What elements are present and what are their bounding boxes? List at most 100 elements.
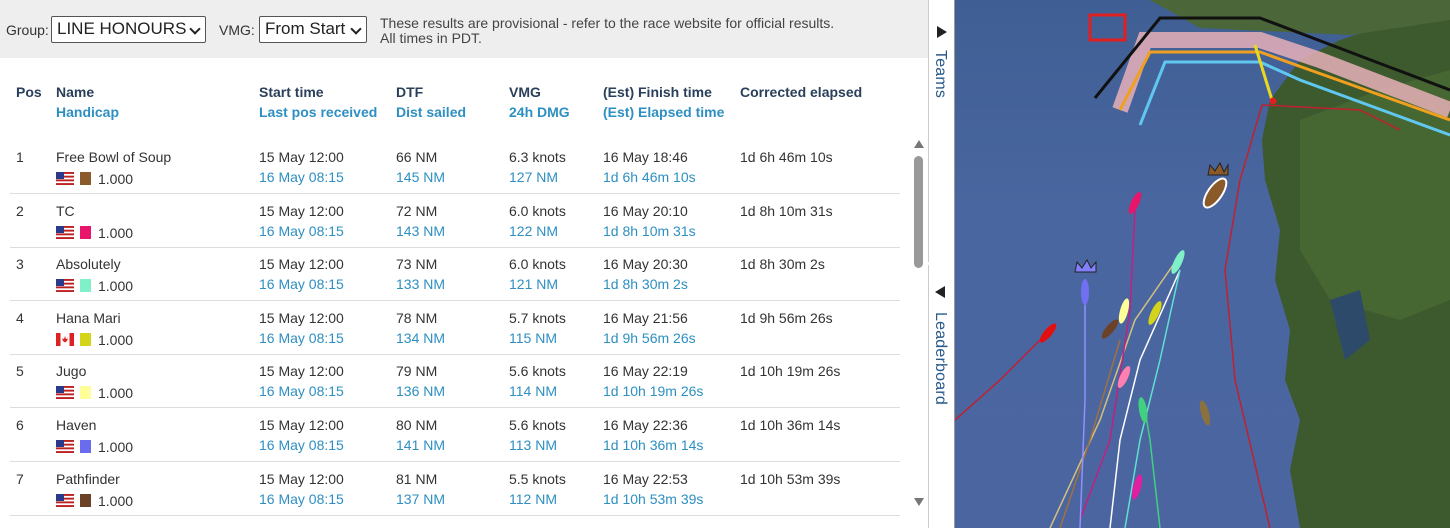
header-last-pos[interactable]: Last pos received (259, 104, 377, 120)
row-elapsed-time: 1d 8h 10m 31s (603, 222, 696, 239)
header-start-time[interactable]: Start time (259, 84, 324, 100)
vmg-select[interactable]: From Start (259, 16, 367, 43)
row-name[interactable]: Pathfinder (56, 471, 120, 487)
row-start-time: 15 May 12:00 (259, 309, 344, 326)
tab-teams[interactable]: Teams (928, 0, 954, 262)
table-row[interactable]: 4 Hana Mari 1.000 15 May 12:00 16 May 08:15 7… (10, 301, 900, 355)
row-24h-dmg: 112 NM (509, 490, 557, 507)
table-row[interactable]: 7 Pathfinder 1.000 15 May 12:00 16 May 08:15… (10, 462, 900, 516)
color-swatch (80, 172, 91, 185)
header-handicap[interactable]: Handicap (56, 104, 119, 120)
track-trail-4 (1079, 209, 1136, 521)
row-name[interactable]: Hana Mari (56, 310, 121, 326)
row-start-time: 15 May 12:00 (259, 149, 344, 165)
header-24h-dmg[interactable]: 24h DMG (509, 104, 570, 120)
vmg-select-value: From Start (265, 19, 346, 38)
tab-leaderboard[interactable]: Leaderboard (928, 265, 954, 528)
group-label: Group: (6, 22, 49, 38)
row-name[interactable]: TC (56, 203, 75, 219)
header-corrected[interactable]: Corrected elapsed (740, 84, 862, 100)
usa-flag-icon (56, 440, 74, 453)
row-elapsed-time: 1d 10h 19m 26s (603, 383, 704, 400)
header-finish-time[interactable]: (Est) Finish time (603, 84, 712, 100)
table-row[interactable]: 1 Free Bowl of Soup 1.000 15 May 12:00 16 Ma… (10, 140, 900, 194)
usa-flag-icon (56, 279, 74, 293)
color-swatch (80, 440, 91, 453)
row-vmg: 6.0 knots (509, 256, 566, 273)
row-finish-time: 16 May 20:30 (603, 256, 688, 273)
row-dtf: 81 NM (396, 470, 438, 487)
row-name[interactable]: Haven (56, 417, 96, 433)
row-start-time: 15 May 12:00 (259, 363, 344, 380)
row-name[interactable]: Absolutely (56, 256, 121, 272)
row-corrected: 1d 10h 36m 14s (740, 417, 841, 433)
row-finish-time: 16 May 20:10 (603, 202, 688, 219)
header-dist-sailed[interactable]: Dist sailed (396, 104, 466, 120)
row-last-pos: 16 May 08:15 (259, 222, 344, 239)
row-pos: 7 (16, 470, 24, 487)
scroll-thumb[interactable] (914, 156, 923, 268)
row-last-pos: 16 May 08:15 (259, 383, 344, 400)
row-dist-sailed: 145 NM (396, 169, 446, 185)
boundary-line-2 (1224, 104, 1271, 528)
row-handicap: 1.000 (98, 224, 134, 241)
arrow-right-icon (937, 26, 947, 38)
table-row[interactable]: 5 Jugo 1.000 15 May 12:00 16 May 08:15 79 NM 1… (10, 354, 900, 409)
row-vmg: 5.6 knots (509, 417, 566, 433)
row-corrected: 1d 6h 46m 10s (740, 149, 833, 165)
color-swatch (80, 386, 91, 400)
row-pos: 5 (16, 363, 24, 380)
row-pos: 2 (16, 202, 24, 219)
row-finish-time: 16 May 18:46 (603, 149, 688, 165)
controls-bar: Group: LINE HONOURS VMG: From Start Thes… (0, 0, 928, 58)
boundary-line-3 (954, 339, 1041, 421)
boat-red-icon[interactable] (1037, 321, 1059, 345)
usa-flag-icon (56, 493, 74, 507)
start-box (1088, 13, 1127, 42)
boat-absolutely-icon[interactable] (1169, 249, 1187, 276)
scroll-down-icon[interactable] (914, 498, 924, 506)
table-row[interactable]: 6 Haven 1.000 15 May 12:00 16 May 08:15 80 NM… (10, 408, 900, 462)
row-dtf: 66 NM (396, 149, 438, 165)
boat-free-bowl-of-soup-icon[interactable] (1200, 175, 1231, 211)
row-start-time: 15 May 12:00 (259, 256, 344, 273)
header-vmg[interactable]: VMG (509, 84, 541, 100)
row-pos: 6 (16, 417, 24, 433)
row-handicap: 1.000 (98, 278, 134, 295)
row-name[interactable]: Free Bowl of Soup (56, 149, 171, 165)
canada-flag-icon (56, 332, 74, 346)
row-elapsed-time: 1d 10h 36m 14s (603, 437, 704, 453)
row-handicap: 1.000 (98, 331, 134, 348)
row-dist-sailed: 134 NM (396, 329, 446, 346)
row-24h-dmg: 114 NM (509, 383, 557, 400)
header-name[interactable]: Name (56, 84, 94, 100)
row-dtf: 80 NM (396, 417, 438, 433)
row-vmg: 6.3 knots (509, 149, 566, 165)
boat-pathfinder-icon[interactable] (1099, 317, 1121, 341)
boat-haven-icon[interactable] (1081, 279, 1089, 305)
row-dtf: 72 NM (396, 202, 438, 219)
group-select[interactable]: LINE HONOURS (51, 16, 206, 43)
table-row[interactable]: 2 TC 1.000 15 May 12:00 16 May 08:15 72 NM 143… (10, 194, 900, 248)
header-elapsed-time[interactable]: (Est) Elapsed time (603, 104, 724, 120)
scrollbar[interactable] (910, 138, 928, 512)
row-vmg: 6.0 knots (509, 202, 566, 219)
row-elapsed-time: 1d 6h 46m 10s (603, 169, 696, 185)
header-dtf[interactable]: DTF (396, 84, 423, 100)
row-finish-time: 16 May 22:53 (603, 470, 688, 487)
boat-olive-icon[interactable] (1198, 399, 1212, 426)
row-24h-dmg: 127 NM (509, 169, 559, 185)
color-swatch (80, 279, 91, 293)
scroll-up-icon[interactable] (914, 140, 924, 148)
header-pos[interactable]: Pos (16, 84, 42, 100)
color-swatch (80, 493, 91, 507)
usa-flag-icon (56, 225, 74, 239)
row-name[interactable]: Jugo (56, 363, 86, 379)
row-pos: 4 (16, 309, 24, 326)
usa-flag-icon (56, 386, 74, 400)
row-dist-sailed: 143 NM (396, 222, 446, 239)
row-dist-sailed: 133 NM (396, 276, 446, 293)
table-row[interactable]: 3 Absolutely 1.000 15 May 12:00 16 May 08:15… (10, 247, 900, 302)
row-corrected: 1d 9h 56m 26s (740, 309, 833, 326)
row-dtf: 73 NM (396, 256, 438, 273)
